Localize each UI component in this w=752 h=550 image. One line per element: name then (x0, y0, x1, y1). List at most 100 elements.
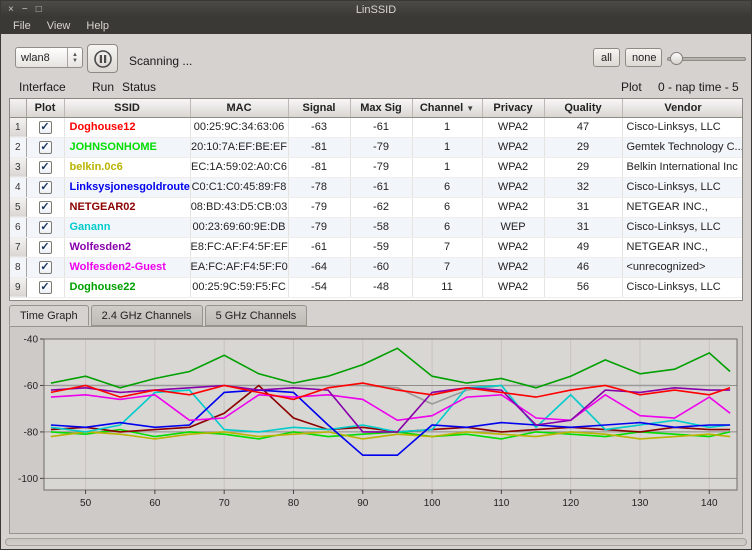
svg-text:100: 100 (424, 498, 441, 509)
check-icon: ✓ (40, 242, 51, 253)
plot-cell[interactable]: ✓ (26, 117, 64, 137)
plot-checkbox[interactable]: ✓ (39, 241, 52, 254)
pause-icon (93, 49, 113, 69)
tab-24ghz-channels[interactable]: 2.4 GHz Channels (91, 305, 203, 326)
plot-cell[interactable]: ✓ (26, 177, 64, 197)
svg-text:110: 110 (493, 498, 509, 509)
plot-checkbox[interactable]: ✓ (39, 121, 52, 134)
signal-cell: -54 (288, 277, 350, 297)
header-privacy[interactable]: Privacy (482, 99, 544, 117)
table-row[interactable]: 1✓Doghouse1200:25:9C:34:63:06-63-611WPA2… (10, 117, 743, 137)
linssid-window: × − □ LinSSID File View Help wlan8 ▲ ▼ S… (0, 0, 752, 550)
table-row[interactable]: 6✓Ganann00:23:69:60:9E:DB-79-586WEP31Cis… (10, 217, 743, 237)
max-sig-cell: -79 (350, 157, 412, 177)
plot-checkbox[interactable]: ✓ (39, 201, 52, 214)
minimize-button[interactable]: − (22, 5, 28, 15)
status-bar (1, 534, 751, 549)
max-sig-cell: -61 (350, 177, 412, 197)
plot-checkbox[interactable]: ✓ (39, 181, 52, 194)
quality-cell: 32 (544, 177, 622, 197)
max-sig-cell: -61 (350, 117, 412, 137)
channel-cell: 7 (412, 257, 482, 277)
mac-cell: 00:25:9C:59:F5:FC (190, 277, 288, 297)
table-row[interactable]: 5✓NETGEAR0208:BD:43:D5:CB:03-79-626WPA23… (10, 197, 743, 217)
plot-checkbox[interactable]: ✓ (39, 281, 52, 294)
header-max-sig[interactable]: Max Sig (350, 99, 412, 117)
max-sig-cell: -59 (350, 237, 412, 257)
header-quality[interactable]: Quality (544, 99, 622, 117)
interface-spinner[interactable]: ▲ ▼ (67, 48, 82, 67)
plot-cell[interactable]: ✓ (26, 237, 64, 257)
check-icon: ✓ (40, 182, 51, 193)
spin-down-icon[interactable]: ▼ (72, 58, 78, 64)
status-text: Scanning ... (129, 54, 192, 68)
row-number: 1 (10, 117, 26, 137)
menu-view[interactable]: View (41, 20, 77, 32)
privacy-cell: WPA2 (482, 237, 544, 257)
ssid-cell: Doghouse12 (64, 117, 190, 137)
close-icon: × (8, 4, 14, 15)
menu-file[interactable]: File (7, 20, 37, 32)
plot-checkbox[interactable]: ✓ (39, 141, 52, 154)
svg-text:50: 50 (80, 498, 92, 509)
table-row[interactable]: 9✓Doghouse2200:25:9C:59:F5:FC-54-4811WPA… (10, 277, 743, 297)
vendor-cell: Cisco-Linksys, LLC (622, 177, 743, 197)
header-vendor[interactable]: Vendor (622, 99, 743, 117)
table-row[interactable]: 8✓Wolfesden2-GuestEA:FC:AF:F4:5F:F0-64-6… (10, 257, 743, 277)
interface-select[interactable]: wlan8 ▲ ▼ (15, 47, 83, 68)
table-row[interactable]: 3✓belkin.0c6EC:1A:59:02:A0:C6-81-791WPA2… (10, 157, 743, 177)
run-button[interactable] (87, 44, 118, 73)
plot-checkbox[interactable]: ✓ (39, 221, 52, 234)
tab-5ghz-channels[interactable]: 5 GHz Channels (205, 305, 308, 326)
plot-checkbox[interactable]: ✓ (39, 161, 52, 174)
horizontal-scrollbar[interactable] (5, 538, 747, 546)
status-label: Status (122, 80, 156, 94)
plot-all-button[interactable]: all (593, 48, 620, 67)
table-row[interactable]: 4✓LinksysjonesgoldrouterC0:C1:C0:45:89:F… (10, 177, 743, 197)
maximize-icon: □ (36, 4, 42, 15)
privacy-cell: WPA2 (482, 277, 544, 297)
row-number: 3 (10, 157, 26, 177)
slider-handle[interactable] (670, 52, 683, 65)
vendor-cell: NETGEAR INC., (622, 197, 743, 217)
plot-cell[interactable]: ✓ (26, 257, 64, 277)
plot-cell[interactable]: ✓ (26, 277, 64, 297)
check-icon: ✓ (40, 222, 51, 233)
svg-text:-80: -80 (24, 427, 39, 438)
plot-cell[interactable]: ✓ (26, 157, 64, 177)
minimize-icon: − (22, 4, 28, 15)
ssid-cell: Wolfesden2-Guest (64, 257, 190, 277)
menu-help[interactable]: Help (80, 20, 115, 32)
table-row[interactable]: 2✓JOHNSONHOME20:10:7A:EF:BE:EF-81-791WPA… (10, 137, 743, 157)
nap-time-label: 0 - nap time - 5 (658, 80, 739, 94)
plot-checkbox[interactable]: ✓ (39, 261, 52, 274)
table-row[interactable]: 7✓Wolfesden2E8:FC:AF:F4:5F:EF-61-597WPA2… (10, 237, 743, 257)
nap-time-slider[interactable] (667, 52, 746, 65)
close-button[interactable]: × (8, 5, 14, 15)
maximize-button[interactable]: □ (36, 5, 42, 15)
header-mac[interactable]: MAC (190, 99, 288, 117)
signal-cell: -81 (288, 137, 350, 157)
privacy-cell: WPA2 (482, 117, 544, 137)
quality-cell: 31 (544, 217, 622, 237)
window-title: LinSSID (1, 4, 751, 16)
svg-text:-100: -100 (18, 474, 38, 485)
header-channel[interactable]: Channel▼ (412, 99, 482, 117)
svg-text:-60: -60 (24, 381, 39, 392)
ssid-cell: Ganann (64, 217, 190, 237)
quality-cell: 46 (544, 257, 622, 277)
privacy-cell: WPA2 (482, 137, 544, 157)
quality-cell: 29 (544, 157, 622, 177)
mac-cell: C0:C1:C0:45:89:F8 (190, 177, 288, 197)
plot-none-button[interactable]: none (625, 48, 662, 67)
check-icon: ✓ (40, 202, 51, 213)
plot-cell[interactable]: ✓ (26, 197, 64, 217)
tab-time-graph[interactable]: Time Graph (9, 305, 89, 326)
ssid-cell: Wolfesden2 (64, 237, 190, 257)
table-body: 1✓Doghouse1200:25:9C:34:63:06-63-611WPA2… (10, 117, 743, 297)
header-ssid[interactable]: SSID (64, 99, 190, 117)
plot-cell[interactable]: ✓ (26, 217, 64, 237)
header-plot[interactable]: Plot (26, 99, 64, 117)
plot-cell[interactable]: ✓ (26, 137, 64, 157)
header-signal[interactable]: Signal (288, 99, 350, 117)
